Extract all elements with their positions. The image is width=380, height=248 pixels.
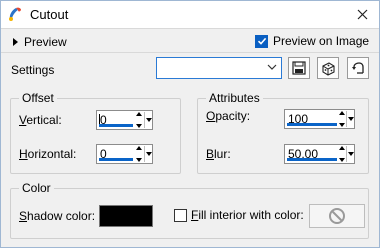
chevron-down-icon <box>145 152 152 156</box>
title-separator <box>1 28 379 29</box>
blur-label: Blur: <box>206 147 231 161</box>
save-preset-button[interactable] <box>288 57 310 79</box>
title-bar: Cutout <box>1 1 379 28</box>
preset-dropdown[interactable] <box>156 57 282 79</box>
vertical-spinner[interactable]: 0 <box>96 110 153 130</box>
chevron-down-icon <box>145 118 152 122</box>
chevron-down-icon <box>267 64 277 70</box>
reset-icon <box>352 62 364 74</box>
preview-separator <box>1 52 379 53</box>
opacity-dropdown-arrow[interactable] <box>346 111 354 127</box>
up-arrow-icon <box>339 111 345 115</box>
chevron-down-icon <box>347 152 354 156</box>
color-group-title: Color <box>19 181 54 195</box>
opacity-underline <box>287 123 337 126</box>
horizontal-underline <box>99 158 133 161</box>
blur-dropdown-arrow[interactable] <box>346 146 354 162</box>
fill-interior-checkbox[interactable]: Fill interior with color: <box>174 208 304 222</box>
down-arrow-icon <box>339 158 345 162</box>
preview-on-image-label: Preview on Image <box>273 34 370 48</box>
expand-triangle-icon <box>13 38 18 46</box>
shadow-color-swatch[interactable] <box>99 205 153 227</box>
vertical-stepper[interactable] <box>134 112 144 128</box>
checkbox-unchecked-icon <box>174 208 187 222</box>
blur-spinner[interactable]: 50,00 <box>284 144 355 164</box>
save-icon <box>292 61 306 75</box>
cutout-dialog: Cutout Preview Preview on Image Settings <box>0 0 380 248</box>
horizontal-stepper[interactable] <box>134 146 144 162</box>
opacity-spinner[interactable]: 100 <box>284 109 355 129</box>
attributes-group-title: Attributes <box>206 91 263 105</box>
checkbox-checked-icon <box>255 34 268 48</box>
horizontal-dropdown-arrow[interactable] <box>144 146 152 162</box>
fill-color-swatch[interactable] <box>309 204 365 228</box>
close-icon <box>357 9 367 19</box>
up-arrow-icon <box>136 112 142 116</box>
reset-button[interactable] <box>347 57 369 79</box>
close-button[interactable] <box>351 4 373 24</box>
chevron-down-icon <box>347 117 354 121</box>
settings-label: Settings <box>11 63 55 77</box>
blur-underline <box>287 158 337 161</box>
paint-brush-app-icon <box>9 7 21 21</box>
vertical-label: Vertical: <box>19 113 62 127</box>
window-title: Cutout <box>30 7 69 22</box>
preview-toggle-label: Preview <box>24 35 67 49</box>
horizontal-spinner[interactable]: 0 <box>96 144 153 164</box>
down-arrow-icon <box>339 123 345 127</box>
down-arrow-icon <box>136 158 142 162</box>
up-arrow-icon <box>339 146 345 150</box>
preview-toggle[interactable]: Preview <box>13 35 67 49</box>
offset-group-title: Offset <box>19 91 57 105</box>
dice-icon <box>321 61 335 76</box>
fill-interior-label: Fill interior with color: <box>191 208 304 222</box>
vertical-dropdown-arrow[interactable] <box>144 112 152 128</box>
preview-on-image-checkbox[interactable]: Preview on Image <box>255 34 369 48</box>
horizontal-label: Horizontal: <box>19 147 77 161</box>
disabled-icon <box>329 208 345 224</box>
up-arrow-icon <box>136 146 142 150</box>
vertical-focus-underline <box>99 124 133 127</box>
down-arrow-icon <box>136 124 142 128</box>
opacity-label: Opacity: <box>206 109 251 123</box>
shadow-color-label: Shadow color: <box>19 209 96 223</box>
randomize-button[interactable] <box>317 57 339 79</box>
